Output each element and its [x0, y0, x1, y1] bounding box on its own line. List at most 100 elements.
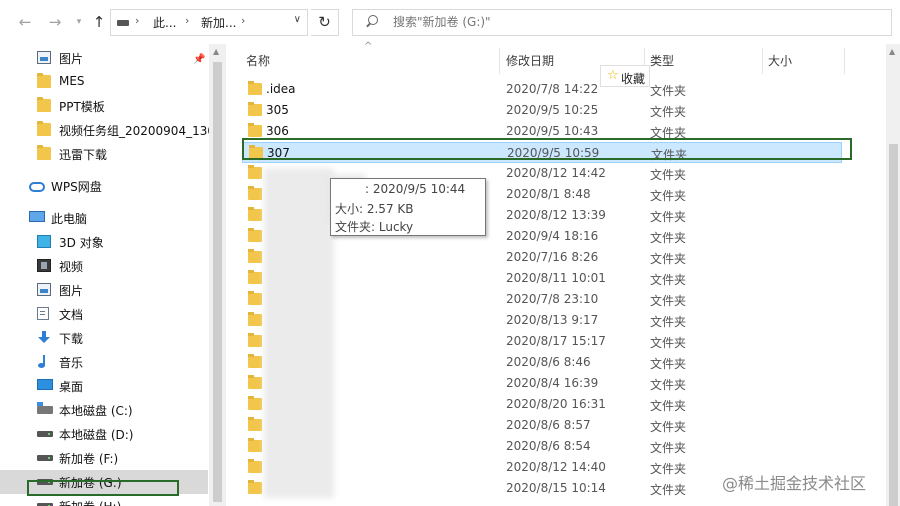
file-type: 文件夹	[650, 462, 687, 476]
video-icon	[37, 259, 51, 272]
folder-icon	[248, 333, 262, 347]
column-header-size[interactable]: 大小	[768, 52, 792, 69]
file-type: 文件夹	[650, 84, 687, 98]
folder-icon	[248, 312, 262, 326]
sidebar-item-drive-f[interactable]: 新加卷 (F:)	[0, 446, 208, 470]
column-divider[interactable]	[844, 48, 845, 74]
address-dropdown-icon[interactable]: ∨	[294, 14, 301, 25]
tooltip-created-date: : 2020/9/5 10:44	[365, 182, 466, 196]
file-date: 2020/9/5 10:43	[506, 124, 599, 138]
up-arrow-icon[interactable]: ↑	[90, 12, 108, 32]
sidebar-item-wps-cloud[interactable]: WPS网盘	[0, 174, 200, 198]
folder-icon	[248, 102, 262, 116]
file-list-scrollbar-thumb[interactable]	[889, 144, 898, 506]
file-row[interactable]: 305 2020/9/5 10:25 文件夹	[242, 100, 842, 121]
file-date: 2020/8/15 10:14	[506, 481, 606, 495]
pictures-icon	[37, 283, 51, 296]
sidebar-item-3d-objects[interactable]: 3D 对象	[0, 230, 208, 254]
sidebar-item-videos[interactable]: 视频	[0, 254, 208, 278]
sidebar-scrollbar[interactable]: ▲	[209, 44, 226, 506]
search-box[interactable]	[352, 9, 892, 36]
folder-icon	[248, 459, 262, 473]
file-tooltip: : 2020/9/5 10:44 大小: 2.57 KB 文件夹: Lucky	[330, 178, 486, 236]
column-header-type[interactable]: 类型	[650, 52, 674, 69]
sidebar-item-label: 视频	[59, 260, 84, 274]
sidebar-item-this-pc[interactable]: 此电脑	[0, 206, 200, 230]
folder-icon	[248, 354, 262, 368]
file-type: 文件夹	[650, 294, 687, 308]
sidebar-item-drive-d[interactable]: 本地磁盘 (D:)	[0, 422, 208, 446]
sidebar-item-label: 音乐	[59, 356, 84, 370]
sidebar-item-thunder-downloads[interactable]: 迅雷下载	[0, 142, 208, 166]
file-date: 2020/8/1 8:48	[506, 187, 591, 201]
folder-icon	[248, 417, 262, 431]
scroll-up-icon[interactable]: ▲	[889, 47, 895, 56]
column-header-name[interactable]: 名称	[246, 52, 270, 69]
folder-icon	[37, 97, 51, 112]
sidebar-item-desktop[interactable]: 桌面	[0, 374, 208, 398]
sidebar-item-video-task-group[interactable]: 视频任务组_20200904_130	[0, 118, 215, 142]
sidebar-item-music[interactable]: 音乐	[0, 350, 208, 374]
sidebar-item-mes[interactable]: MES	[0, 70, 208, 94]
search-icon	[365, 15, 378, 28]
search-input[interactable]	[393, 15, 793, 29]
pin-icon: 📌	[193, 54, 206, 65]
sidebar-item-pictures-quick[interactable]: 图片 📌	[0, 46, 208, 70]
tooltip-folder: 文件夹: Lucky	[335, 220, 414, 234]
sidebar-scrollbar-thumb[interactable]	[213, 62, 222, 502]
folder-icon	[248, 438, 262, 452]
file-type: 文件夹	[650, 441, 687, 455]
folder-icon	[248, 291, 262, 305]
column-divider[interactable]	[762, 48, 763, 74]
breadcrumb-item-volume[interactable]: 新加...	[201, 14, 236, 31]
file-type: 文件夹	[650, 252, 687, 266]
refresh-button[interactable]: ↻	[311, 9, 339, 36]
star-icon: ☆	[607, 68, 619, 83]
sidebar-item-label: PPT模板	[59, 100, 105, 114]
highlight-box-selected-row	[242, 138, 852, 160]
sidebar-item-label: 迅雷下载	[59, 148, 108, 162]
favorite-button[interactable]: ☆ 收藏	[600, 65, 650, 87]
recent-locations-chevron-icon[interactable]: ▾	[70, 12, 88, 32]
breadcrumb-item-this-pc[interactable]: 此...	[153, 14, 176, 31]
sidebar-item-ppt-templates[interactable]: PPT模板	[0, 94, 208, 118]
file-date: 2020/8/11 10:01	[506, 271, 606, 285]
breadcrumb[interactable]: › 此... › 新加... › ∨	[110, 9, 308, 36]
back-arrow-icon[interactable]: ←	[16, 12, 34, 32]
sidebar-item-downloads[interactable]: 下载	[0, 326, 208, 350]
sidebar-item-label: 此电脑	[51, 212, 88, 226]
desktop-icon	[37, 379, 53, 390]
file-name: 306	[266, 124, 289, 138]
pictures-icon	[37, 51, 51, 64]
chevron-right-icon[interactable]: ›	[135, 14, 139, 27]
folder-icon	[248, 480, 262, 494]
column-header-date[interactable]: 修改日期	[506, 52, 554, 69]
sidebar-item-pictures[interactable]: 图片	[0, 278, 208, 302]
file-type: 文件夹	[650, 420, 687, 434]
sidebar-item-label: WPS网盘	[51, 180, 102, 194]
sidebar-item-drive-c[interactable]: 本地磁盘 (C:)	[0, 398, 208, 422]
scroll-up-icon[interactable]: ▲	[213, 47, 219, 56]
sidebar-item-label: 新加卷 (F:)	[59, 452, 119, 466]
file-list: ^ 名称 修改日期 类型 大小 .idea 2020/7/8 14:22 文件夹…	[226, 41, 886, 506]
favorite-label: 收藏	[621, 72, 646, 86]
sidebar-item-documents[interactable]: 文档	[0, 302, 208, 326]
chevron-right-icon[interactable]: ›	[185, 14, 189, 27]
chevron-right-icon[interactable]: ›	[241, 14, 245, 27]
drive-icon	[37, 455, 53, 461]
sidebar-item-label: 图片	[59, 52, 84, 66]
file-date: 2020/9/4 18:16	[506, 229, 599, 243]
forward-arrow-icon[interactable]: →	[46, 12, 64, 32]
file-date: 2020/8/12 14:42	[506, 166, 606, 180]
column-divider[interactable]	[499, 48, 500, 74]
file-type: 文件夹	[650, 378, 687, 392]
sidebar-item-label: 桌面	[59, 380, 84, 394]
folder-icon	[248, 249, 262, 263]
file-row[interactable]: .idea 2020/7/8 14:22 文件夹	[242, 79, 842, 100]
file-list-scrollbar[interactable]: ▲	[886, 44, 900, 506]
file-date: 2020/8/12 13:39	[506, 208, 606, 222]
file-date: 2020/8/6 8:54	[506, 439, 591, 453]
folder-icon	[248, 81, 262, 95]
sidebar-item-label: 新加卷 (H:)	[59, 498, 121, 506]
sidebar-item-label: MES	[59, 74, 85, 88]
